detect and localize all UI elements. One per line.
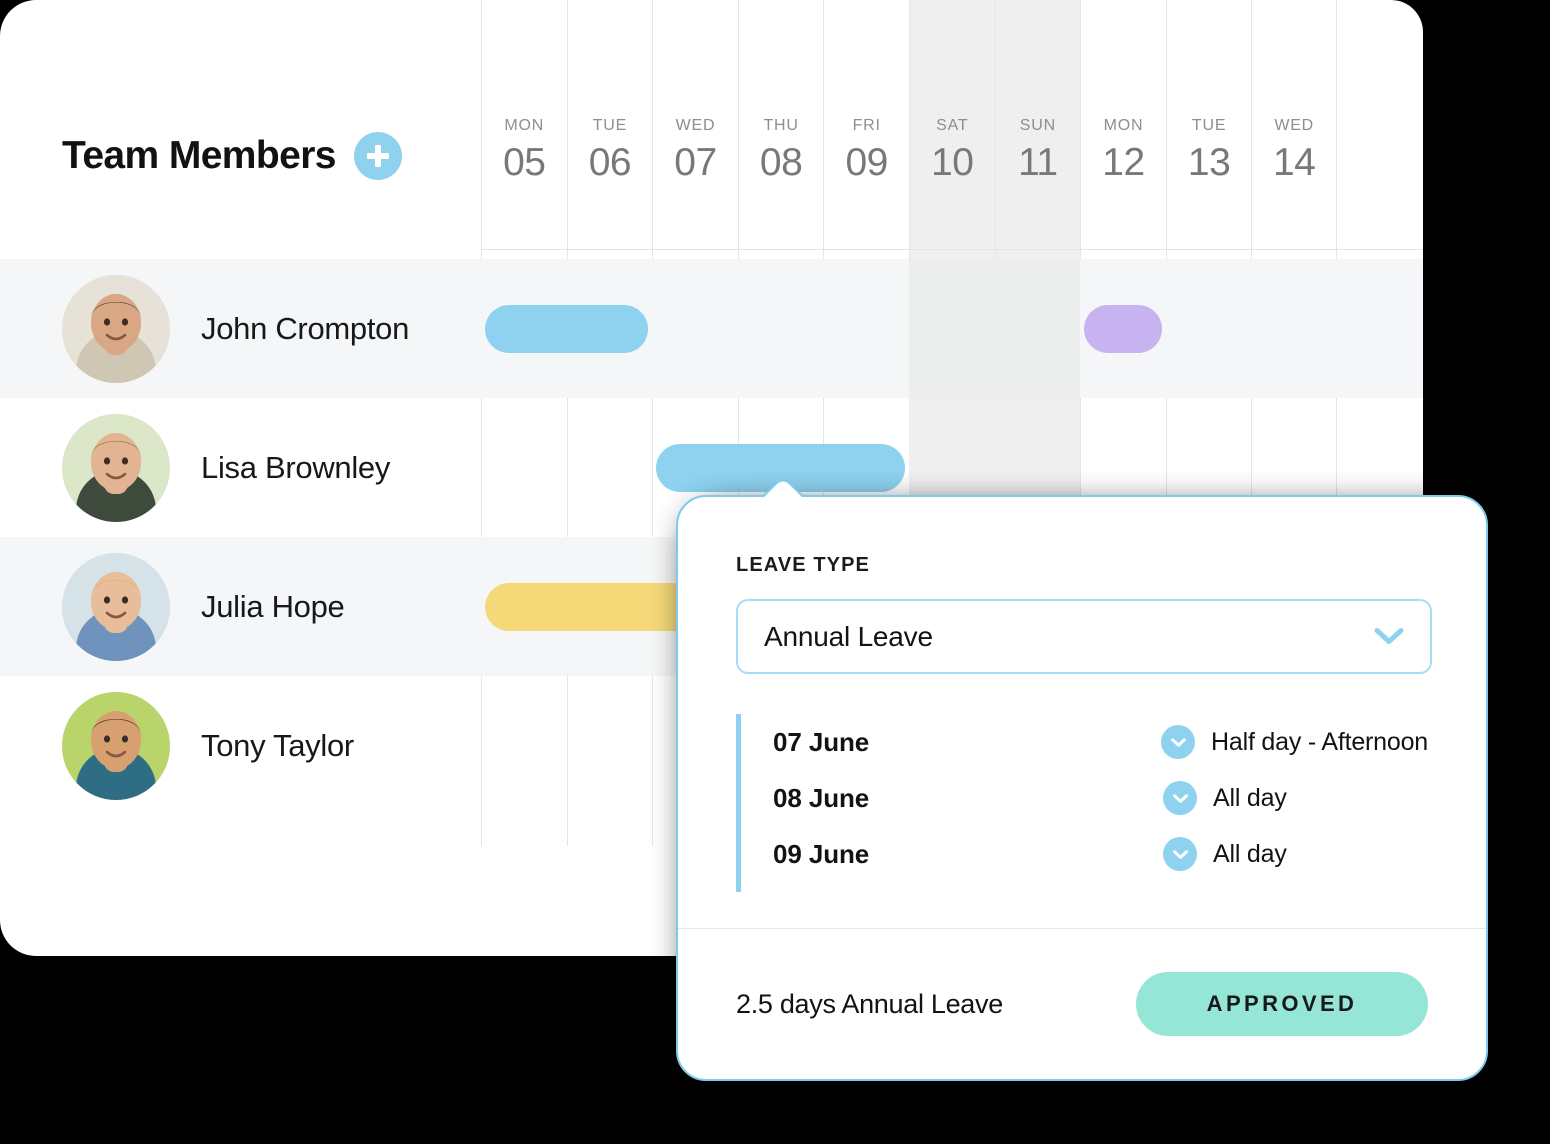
leave-duration-text: All day	[1213, 783, 1287, 812]
avatar	[62, 691, 170, 800]
leave-bar[interactable]	[485, 304, 649, 353]
leave-date-row: 07 June Half day - Afternoon	[773, 714, 1428, 770]
avatar	[62, 413, 170, 522]
member-name: Julia Hope	[201, 588, 345, 624]
avatar	[62, 274, 170, 383]
leave-date-row: 08 June All day	[773, 770, 1428, 826]
leave-duration-control[interactable]: All day	[1163, 781, 1287, 815]
team-members-heading: Team Members	[62, 132, 402, 180]
add-member-button[interactable]	[353, 132, 402, 180]
chevron-down-icon	[1374, 627, 1404, 646]
member-name: Tony Taylor	[201, 727, 354, 763]
member-name: John Crompton	[201, 310, 410, 346]
leave-type-value: Annual Leave	[764, 620, 933, 652]
leave-date: 08 June	[773, 782, 870, 813]
leave-details-popup: LEAVE TYPE Annual Leave 07 June Half day …	[676, 475, 1488, 1081]
member-row[interactable]: John Crompton	[0, 259, 1423, 398]
leave-date: 09 June	[773, 838, 870, 869]
leave-duration-control[interactable]: Half day - Afternoon	[1161, 725, 1428, 759]
weekend-cell-tint	[909, 259, 995, 398]
status-badge-approved[interactable]: APPROVED	[1136, 972, 1428, 1036]
avatar	[62, 552, 170, 661]
leave-bar[interactable]	[1084, 304, 1162, 353]
leave-dates-list: 07 June Half day - Afternoon 08 June All da…	[736, 714, 1428, 892]
weekend-cell-tint	[994, 259, 1081, 398]
leave-duration-text: All day	[1213, 839, 1287, 868]
member-name: Lisa Brownley	[201, 449, 391, 485]
leave-type-select[interactable]: Annual Leave	[736, 599, 1432, 674]
popup-body: LEAVE TYPE Annual Leave 07 June Half day …	[678, 497, 1486, 928]
leave-date: 07 June	[773, 726, 870, 757]
chevron-down-icon[interactable]	[1163, 781, 1197, 815]
leave-duration-control[interactable]: All day	[1163, 837, 1287, 871]
leave-type-label: LEAVE TYPE	[736, 554, 870, 576]
chevron-down-icon[interactable]	[1163, 837, 1197, 871]
popup-footer: 2.5 days Annual Leave APPROVED	[678, 929, 1486, 1079]
panel-header: Team Members	[0, 0, 1423, 250]
leave-duration-text: Half day - Afternoon	[1211, 727, 1428, 756]
popup-pointer	[748, 472, 818, 499]
chevron-down-icon[interactable]	[1161, 725, 1196, 759]
page-title: Team Members	[62, 134, 336, 177]
leave-date-row: 09 June All day	[773, 826, 1428, 882]
leave-summary: 2.5 days Annual Leave	[736, 988, 1003, 1019]
